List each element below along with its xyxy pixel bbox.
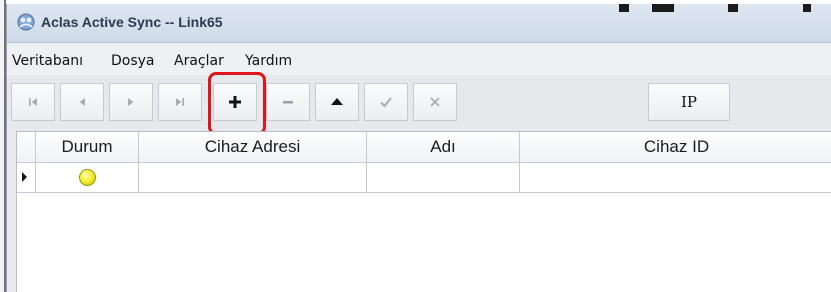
next-icon [126, 97, 136, 107]
row-pointer-icon [22, 172, 27, 182]
plus-icon [228, 95, 242, 109]
minus-icon [281, 95, 295, 109]
check-icon [379, 95, 393, 109]
title-bar[interactable]: Aclas Active Sync -- Link65 [7, 4, 831, 43]
column-header-cihaz-adresi[interactable]: Cihaz Adresi [139, 132, 367, 162]
post-edit-button[interactable] [364, 83, 408, 121]
triangle-up-icon [330, 95, 344, 109]
prev-icon [77, 97, 87, 107]
top-edge-mark [803, 4, 811, 12]
next-record-button[interactable] [109, 83, 153, 121]
menu-bar: Veritabanı Dosya Araçlar Yardım [7, 43, 831, 75]
table-row[interactable] [17, 163, 831, 193]
cell-cihaz-adresi[interactable] [139, 163, 367, 192]
grid-header: Durum Cihaz Adresi Adı Cihaz ID [17, 132, 831, 163]
last-record-button[interactable] [158, 83, 202, 121]
menu-veritabani[interactable]: Veritabanı [12, 53, 83, 69]
navigator-toolbar: IP [7, 76, 831, 130]
column-header-durum[interactable]: Durum [36, 132, 139, 162]
menu-araclar[interactable]: Araçlar [174, 53, 224, 69]
cell-adi[interactable] [367, 163, 520, 192]
menu-yardim[interactable]: Yardım [245, 53, 292, 69]
skip-last-icon [175, 97, 185, 107]
insert-record-button[interactable] [213, 83, 257, 121]
row-indicator [17, 163, 36, 192]
menu-dosya[interactable]: Dosya [111, 53, 155, 69]
cancel-edit-button[interactable] [413, 83, 457, 121]
window-title: Aclas Active Sync -- Link65 [41, 14, 223, 30]
delete-record-button[interactable] [266, 83, 310, 121]
top-edge-mark [619, 4, 629, 12]
column-header-cihaz-id[interactable]: Cihaz ID [520, 132, 831, 162]
skip-first-icon [28, 97, 38, 107]
edit-record-button[interactable] [315, 83, 359, 121]
cell-durum[interactable] [36, 163, 139, 192]
status-light-icon [78, 169, 96, 186]
top-edge-mark [728, 4, 738, 12]
top-edge-mark [652, 4, 674, 12]
device-grid[interactable]: Durum Cihaz Adresi Adı Cihaz ID [16, 131, 831, 292]
x-icon [428, 95, 442, 109]
column-header-adi[interactable]: Adı [367, 132, 520, 162]
first-record-button[interactable] [11, 83, 55, 121]
prior-record-button[interactable] [60, 83, 104, 121]
app-window: Aclas Active Sync -- Link65 Veritabanı D… [6, 4, 831, 292]
cell-cihaz-id[interactable] [520, 163, 831, 192]
ip-button[interactable]: IP [648, 83, 730, 121]
app-logo-icon [17, 13, 35, 31]
row-indicator-header [17, 132, 36, 162]
